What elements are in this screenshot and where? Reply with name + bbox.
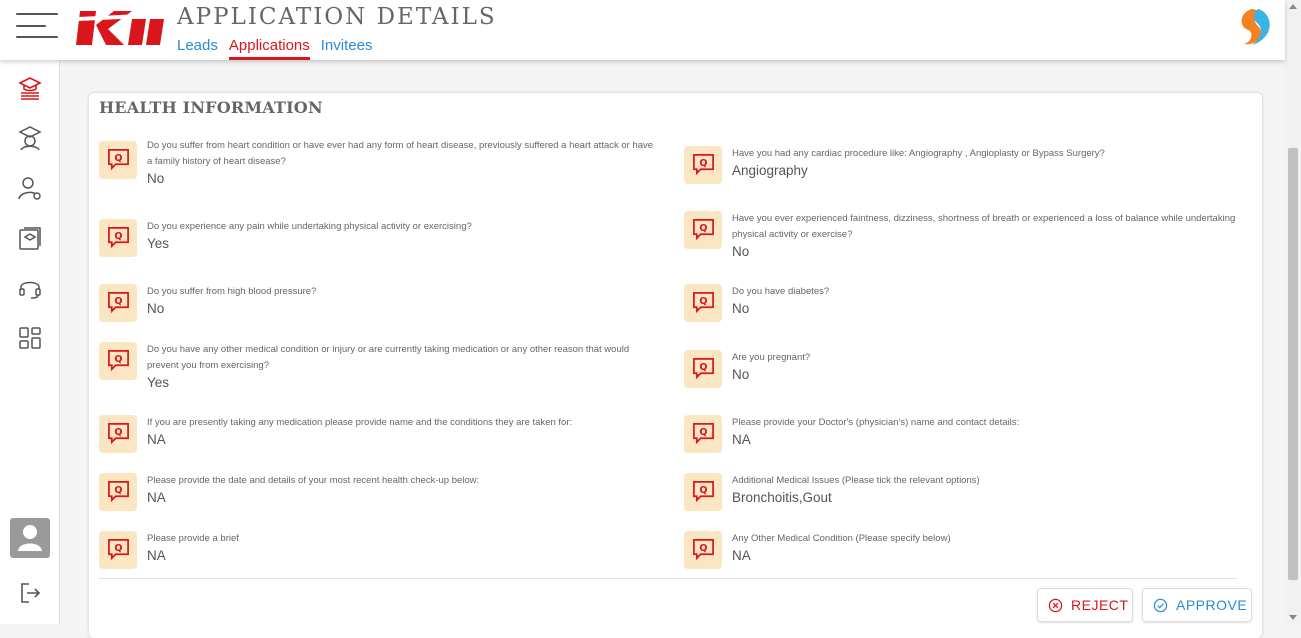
divider: [99, 578, 1237, 579]
answer-text: NA: [147, 490, 166, 505]
answer-text: Bronchoitis,Gout: [732, 490, 832, 505]
question-text: If you are presently taking any medicati…: [147, 417, 573, 428]
scroll-up-arrow-icon[interactable]: [1289, 4, 1297, 9]
student-icon: [18, 126, 42, 151]
top-header: APPLICATION DETAILS Leads Applications I…: [0, 0, 1285, 60]
question-text: Have you ever experienced faintness, diz…: [732, 213, 1236, 240]
question-icon: Q: [99, 415, 137, 453]
answer-text: No: [732, 244, 750, 259]
answer-text: No: [732, 301, 750, 316]
page-title: APPLICATION DETAILS: [177, 4, 497, 30]
answer-text: Yes: [147, 375, 170, 390]
svg-text:Q: Q: [699, 362, 707, 373]
graduation-stack-icon: [18, 77, 42, 100]
answer-text: Angiography: [732, 163, 808, 178]
tab-applications[interactable]: Applications: [228, 36, 310, 60]
page-scrollbar[interactable]: [1285, 0, 1301, 624]
question-text: Please provide the date and details of y…: [147, 475, 480, 486]
hamburger-menu-icon[interactable]: [16, 13, 58, 39]
question-icon: Q: [684, 284, 722, 322]
svg-text:Q: Q: [114, 153, 122, 164]
answer-text: No: [147, 301, 165, 316]
svg-text:Q: Q: [699, 223, 707, 234]
question-icon: Q: [684, 146, 722, 184]
svg-text:Q: Q: [699, 543, 707, 554]
question-text: Do you experience any pain while underta…: [147, 221, 472, 232]
avatar[interactable]: [10, 518, 50, 558]
answer-text: NA: [732, 432, 751, 447]
question-icon: Q: [684, 350, 722, 388]
question-icon: Q: [99, 284, 137, 322]
answer-text: No: [732, 367, 750, 382]
reject-button[interactable]: REJECT: [1037, 588, 1133, 622]
answer-text: No: [147, 171, 165, 186]
svg-text:Q: Q: [114, 354, 122, 365]
answer-text: NA: [147, 548, 166, 563]
question-text: Please provide a brief: [147, 533, 239, 544]
brand-logo-icon: [1241, 9, 1270, 45]
scroll-down-arrow-icon[interactable]: [1289, 615, 1297, 620]
tab-invitees[interactable]: Invitees: [321, 36, 373, 60]
question-text: Do you suffer from heart condition or ha…: [147, 140, 654, 167]
question-icon: Q: [99, 342, 137, 380]
scroll-thumb[interactable]: [1288, 148, 1298, 580]
sidebar-item-support[interactable]: [17, 275, 43, 301]
logout-icon: [21, 583, 41, 603]
question-icon: Q: [684, 211, 722, 249]
approve-button[interactable]: APPROVE: [1142, 588, 1252, 622]
question-icon: Q: [684, 531, 722, 569]
header-tabs: Leads Applications Invitees: [177, 36, 372, 60]
question-text: Have you had any cardiac procedure like:…: [732, 148, 1105, 159]
question-icon: Q: [684, 415, 722, 453]
courses-icon: [19, 227, 41, 250]
question-text: Additional Medical Issues (Please tick t…: [732, 475, 980, 486]
sidebar-item-courses[interactable]: [17, 225, 43, 251]
question-icon: Q: [684, 473, 722, 511]
grid-icon: [19, 327, 41, 349]
question-text: Are you pregnant?: [732, 352, 811, 363]
answer-text: Yes: [147, 236, 170, 251]
reject-label: REJECT: [1071, 597, 1129, 613]
sidebar: [0, 60, 60, 624]
user-settings-icon: [18, 177, 41, 200]
svg-text:Q: Q: [114, 485, 122, 496]
approve-label: APPROVE: [1176, 597, 1248, 613]
question-text: Do you have any other medical condition …: [147, 344, 630, 371]
question-text: Please provide your Doctor's (physician'…: [732, 417, 1020, 428]
question-icon: Q: [99, 141, 137, 179]
sidebar-item-students[interactable]: [17, 125, 43, 151]
logout-button[interactable]: [17, 580, 43, 606]
kii-logo: [76, 11, 164, 45]
question-icon: Q: [99, 219, 137, 257]
svg-text:Q: Q: [114, 296, 122, 307]
question-icon: Q: [99, 473, 137, 511]
section-title: HEALTH INFORMATION: [99, 98, 323, 117]
svg-text:Q: Q: [114, 231, 122, 242]
sidebar-item-programs[interactable]: [17, 75, 43, 101]
answer-text: NA: [732, 548, 751, 563]
close-circle-icon: [1048, 598, 1063, 612]
svg-text:Q: Q: [699, 296, 707, 307]
svg-text:Q: Q: [699, 485, 707, 496]
sidebar-item-dashboard[interactable]: [17, 325, 43, 351]
sidebar-item-users[interactable]: [17, 175, 43, 201]
question-text: Any Other Medical Condition (Please spec…: [732, 533, 951, 544]
answer-text: NA: [147, 432, 166, 447]
check-circle-icon: [1153, 598, 1168, 612]
user-avatar-icon: [18, 525, 42, 551]
question-text: Do you have diabetes?: [732, 286, 830, 297]
question-text: Do you suffer from high blood pressure?: [147, 286, 317, 297]
question-icon: Q: [99, 531, 137, 569]
svg-text:Q: Q: [114, 543, 122, 554]
svg-text:Q: Q: [699, 427, 707, 438]
svg-text:Q: Q: [114, 427, 122, 438]
headset-icon: [19, 281, 41, 299]
tab-leads[interactable]: Leads: [177, 36, 218, 60]
svg-text:Q: Q: [699, 158, 707, 169]
health-information-card: HEALTH INFORMATION Q Do you suffer from …: [89, 93, 1262, 638]
